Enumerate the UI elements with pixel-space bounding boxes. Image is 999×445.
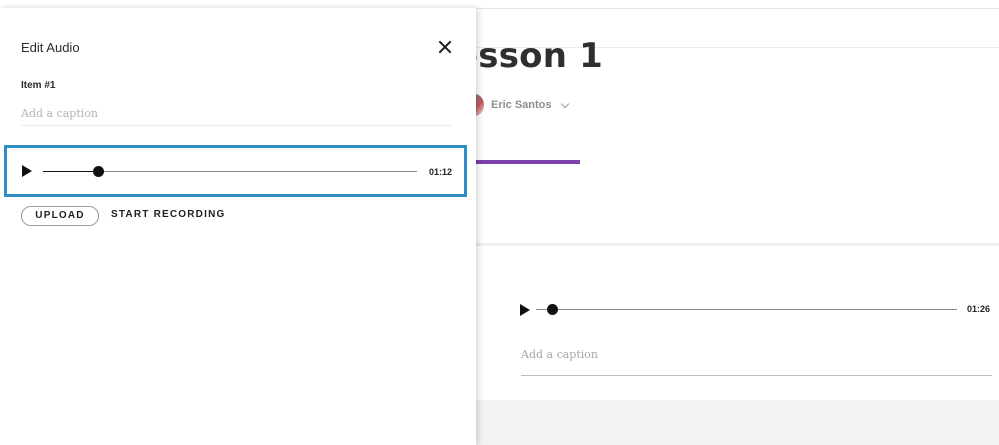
- caption-input[interactable]: [21, 102, 452, 126]
- audio-player: 01:12: [4, 145, 467, 197]
- lesson-audio-caption[interactable]: Add a caption: [521, 348, 598, 361]
- lesson-audio-track[interactable]: [536, 309, 957, 310]
- edit-audio-panel: Edit Audio Item #1 01:12 UPLOAD START RE…: [0, 8, 476, 445]
- upload-button[interactable]: UPLOAD: [21, 206, 99, 226]
- play-icon[interactable]: [520, 304, 530, 316]
- start-recording-button[interactable]: START RECORDING: [111, 209, 225, 220]
- section-divider: [476, 243, 999, 246]
- lesson-title: esson 1: [455, 36, 603, 76]
- close-icon[interactable]: [438, 40, 452, 54]
- lesson-audio-player: 01:26: [520, 301, 992, 319]
- chevron-down-icon[interactable]: [560, 99, 569, 108]
- item-label: Item #1: [21, 80, 56, 91]
- audio-scrubber-handle[interactable]: [92, 166, 104, 177]
- play-icon[interactable]: [22, 165, 32, 177]
- lesson-audio-scrubber[interactable]: [547, 304, 559, 315]
- lesson-audio-time: 01:26: [966, 304, 990, 314]
- accent-bar: [476, 160, 580, 164]
- audio-time: 01:12: [429, 167, 453, 177]
- panel-title: Edit Audio: [21, 40, 80, 55]
- audio-progress-played: [43, 171, 99, 172]
- footer-area: [476, 400, 999, 445]
- author-name: Eric Santos: [491, 99, 552, 111]
- author-selector[interactable]: Eric Santos: [466, 94, 569, 116]
- caption-underline: [521, 375, 992, 376]
